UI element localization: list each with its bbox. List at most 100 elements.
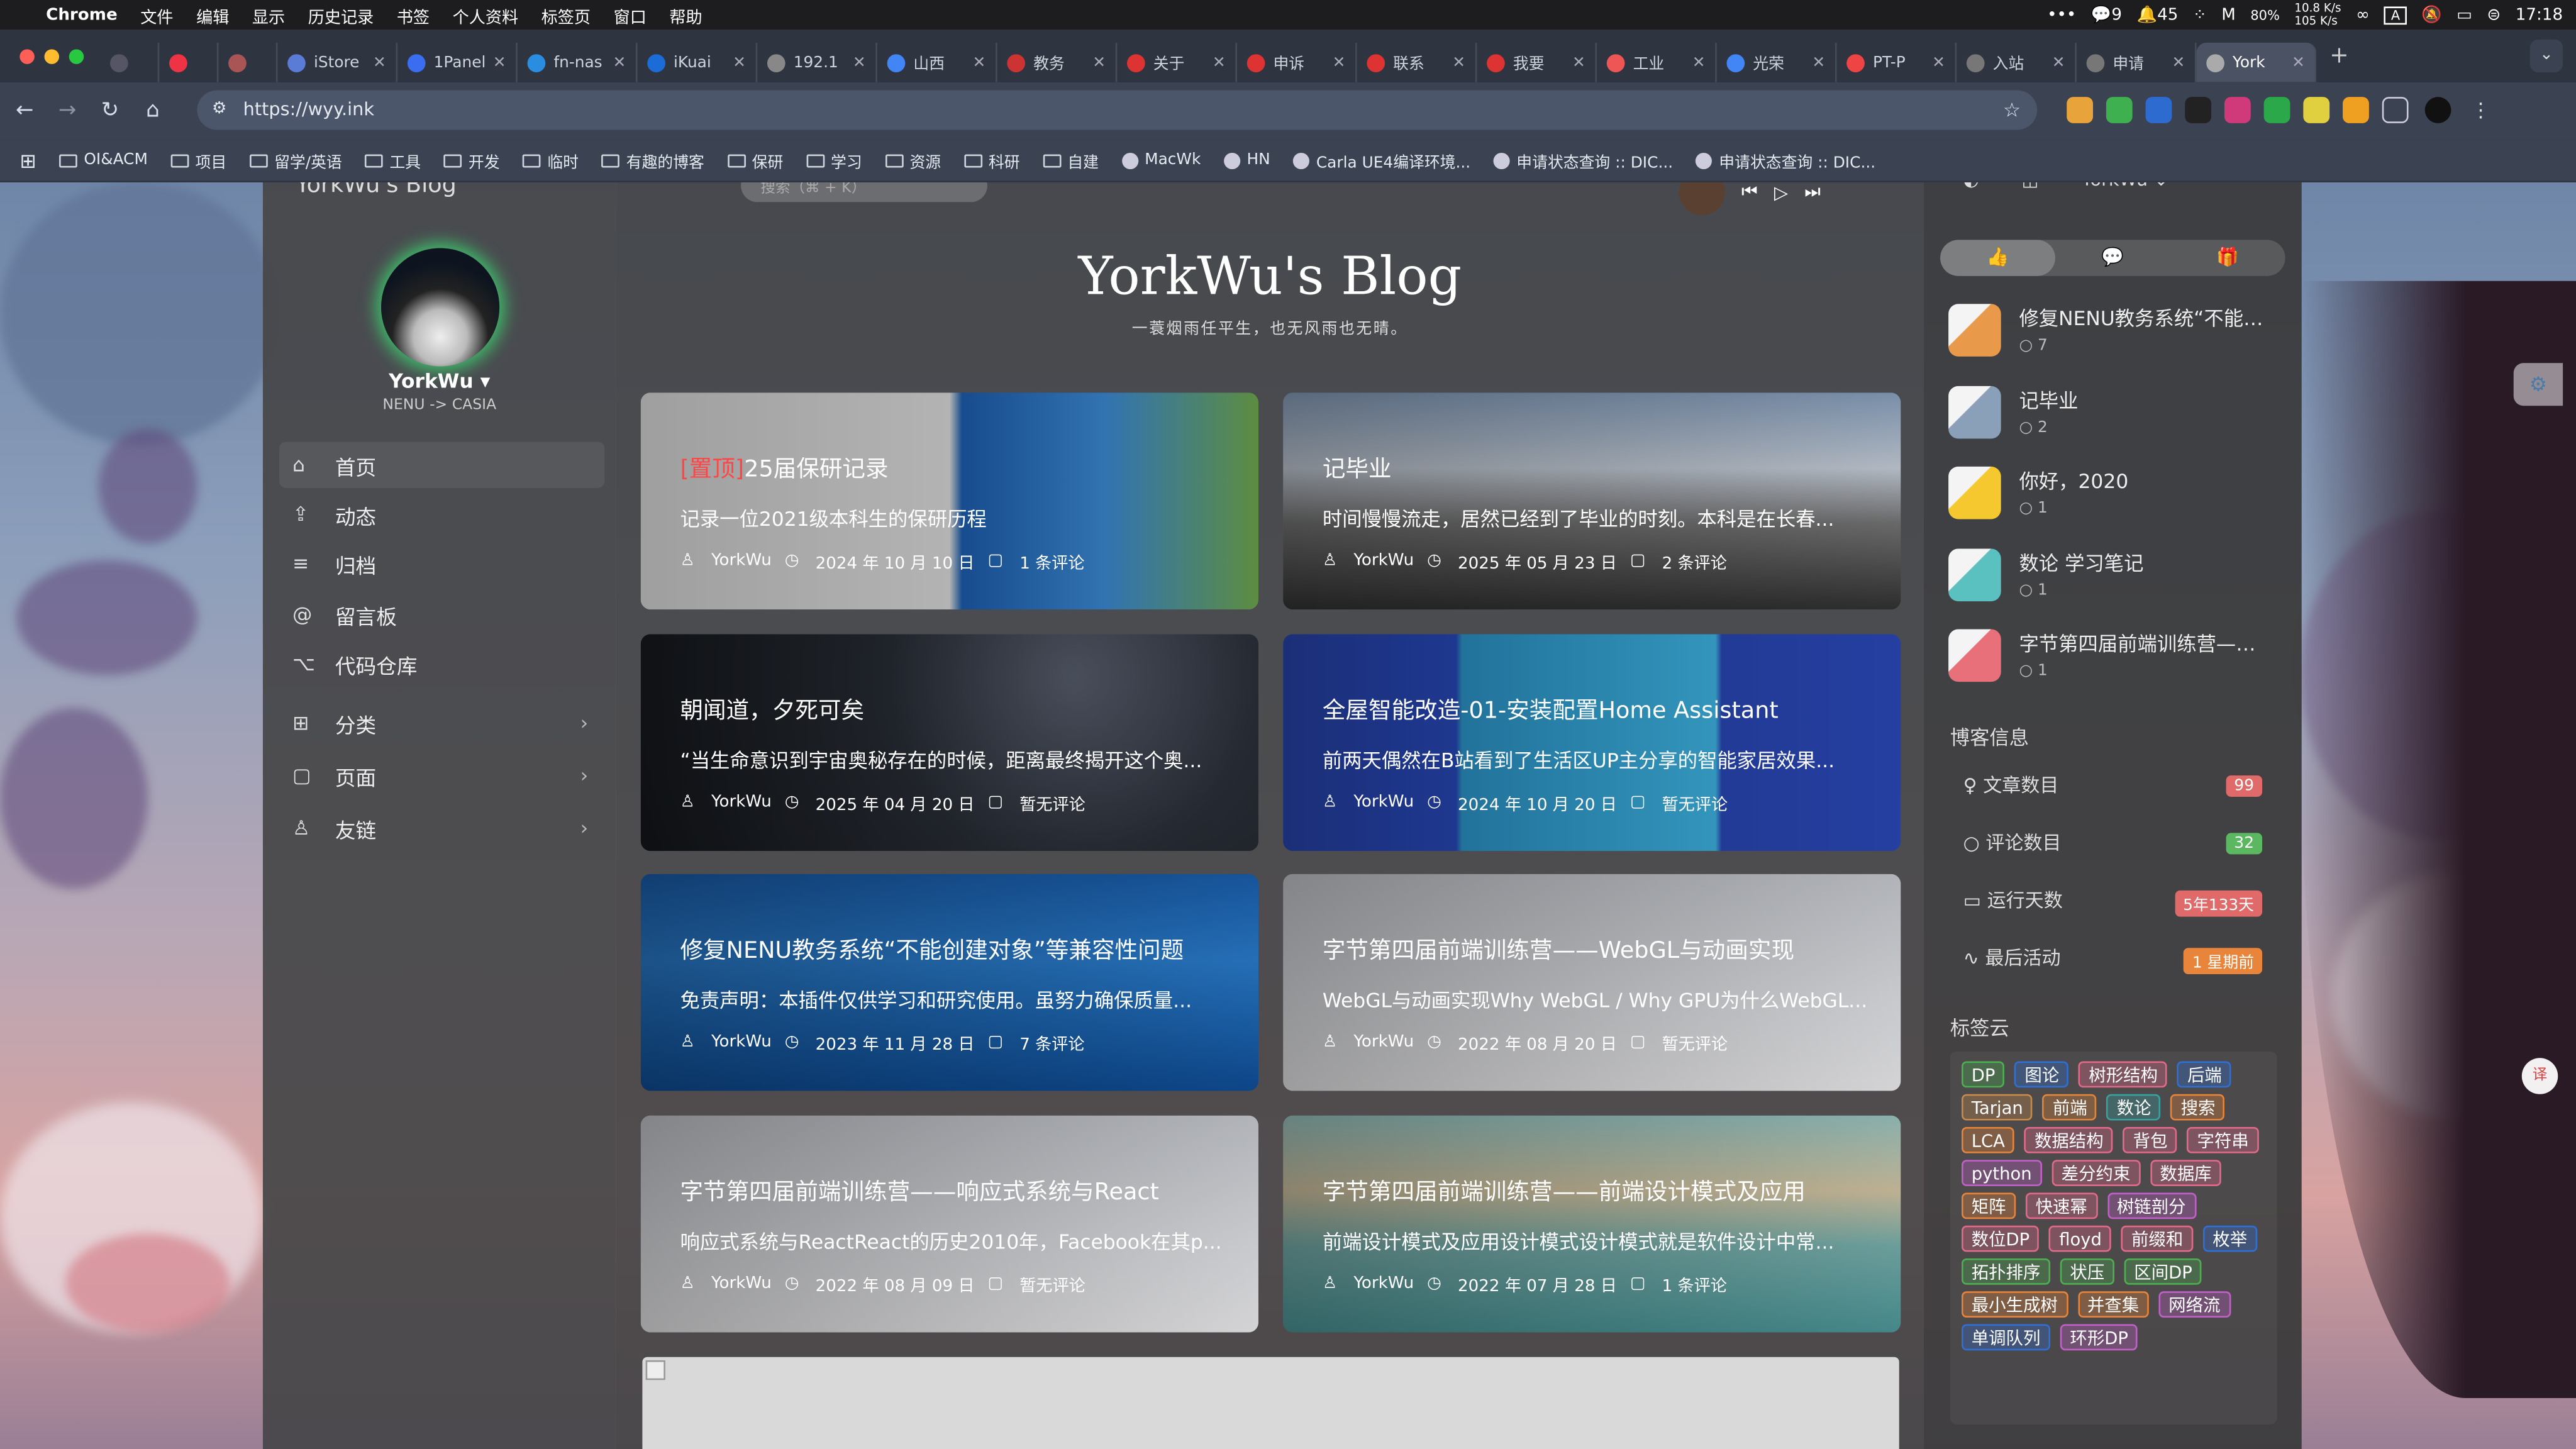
hot-post-title[interactable]: 记毕业 <box>2019 386 2273 413</box>
address-bar[interactable]: ⚙ https://wyy.ink ☆ <box>197 90 2038 130</box>
sidebar-item-1[interactable]: ⇪ 动态 <box>279 491 604 537</box>
bookmark-item[interactable]: 自建 <box>1043 148 1099 172</box>
site-info-icon[interactable]: ⚙ <box>212 91 226 130</box>
post-author[interactable]: YorkWu <box>1353 794 1414 812</box>
forward-button[interactable]: → <box>49 99 85 123</box>
top-user-menu[interactable]: YorkWu ⌄ <box>2082 182 2169 191</box>
extension-icon[interactable] <box>2106 97 2133 123</box>
extensions-puzzle-icon[interactable] <box>2382 97 2409 123</box>
close-tab-icon[interactable]: ✕ <box>733 53 746 72</box>
battery-icon[interactable]: ▭ <box>2457 6 2472 24</box>
post-card[interactable]: 修复NENU教务系统“不能创建对象”等兼容性问题 免责声明：本插件仅供学习和研究使… <box>640 874 1258 1091</box>
hot-post-title[interactable]: 字节第四届前端训练营——WebGL与动画实现 <box>2019 629 2273 657</box>
tag-chip[interactable]: LCA <box>1962 1127 2015 1153</box>
browser-tab[interactable]: PT-P ✕ <box>1836 42 1957 82</box>
tag-chip[interactable]: python <box>1962 1160 2042 1187</box>
tag-chip[interactable]: 数据结构 <box>2024 1127 2114 1153</box>
post-author[interactable]: YorkWu <box>1353 552 1414 570</box>
apps-grid-icon[interactable]: ⊞ <box>19 148 36 172</box>
post-title[interactable]: 修复NENU教务系统“不能创建对象”等兼容性问题 <box>680 933 1184 966</box>
tab-gifts[interactable]: 🎁 <box>2170 240 2285 275</box>
tag-chip[interactable]: 差分约束 <box>2051 1160 2141 1187</box>
tag-chip[interactable]: 数据库 <box>2150 1160 2222 1187</box>
play-icon[interactable]: ▷ <box>1774 182 1788 203</box>
close-tab-icon[interactable]: ✕ <box>853 53 866 72</box>
menu-tabs[interactable]: 标签页 <box>530 3 602 27</box>
extension-icon[interactable] <box>2145 97 2172 123</box>
sidebar-item-7[interactable]: ♙ 友链 › <box>279 805 604 851</box>
bookmark-item[interactable]: 留学/英语 <box>249 148 342 172</box>
browser-tab[interactable] <box>218 42 278 82</box>
bookmark-item[interactable]: MacWk <box>1121 151 1201 169</box>
hot-post-item[interactable]: 字节第四届前端训练营——WebGL与动画实现 ○ 1 <box>1948 629 2277 694</box>
extension-icon[interactable] <box>2185 97 2212 123</box>
extension-icon[interactable] <box>2343 97 2369 123</box>
grid-dots-icon[interactable]: ⁘ <box>2193 6 2207 24</box>
extension-icon[interactable] <box>2067 97 2093 123</box>
bookmark-item[interactable]: HN <box>1223 151 1270 169</box>
close-tab-icon[interactable]: ✕ <box>973 53 986 72</box>
site-title-link[interactable]: YorkWu's Blog <box>296 182 492 199</box>
tab-recent-comments[interactable]: 💬 <box>2055 240 2170 275</box>
tag-chip[interactable]: 前缀和 <box>2121 1225 2193 1252</box>
close-tab-icon[interactable]: ✕ <box>2172 53 2185 72</box>
menu-window[interactable]: 窗口 <box>602 3 658 27</box>
post-card[interactable]: 全屋智能改造-01-安装配置Home Assistant 前两天偶然在B站看到了生… <box>1283 634 1901 852</box>
menu-bookmarks[interactable]: 书签 <box>385 3 441 27</box>
close-tab-icon[interactable]: ✕ <box>1452 53 1465 72</box>
control-center-icon[interactable]: ⊜ <box>2487 6 2501 24</box>
menu-history[interactable]: 历史记录 <box>296 3 385 27</box>
menu-help[interactable]: 帮助 <box>658 3 714 27</box>
post-title[interactable]: 全屋智能改造-01-安装配置Home Assistant <box>1323 693 1779 726</box>
tag-chip[interactable]: 背包 <box>2123 1127 2178 1153</box>
reload-button[interactable]: ↻ <box>92 99 128 123</box>
tag-chip[interactable]: 数位DP <box>1962 1225 2040 1252</box>
post-author[interactable]: YorkWu <box>1353 1275 1414 1293</box>
tag-chip[interactable]: 最小生成树 <box>1962 1291 2068 1318</box>
tag-chip[interactable]: 枚举 <box>2202 1225 2257 1252</box>
wechat-icon[interactable]: 💬9 <box>2091 6 2122 24</box>
home-button[interactable]: ⌂ <box>135 99 170 123</box>
close-tab-icon[interactable]: ✕ <box>2292 53 2305 72</box>
tag-chip[interactable]: 环形DP <box>2060 1324 2138 1351</box>
post-title[interactable]: [置顶]25届保研记录 <box>680 452 888 484</box>
hot-post-title[interactable]: 修复NENU教务系统“不能创建对象”等兼容性问题 <box>2019 304 2273 331</box>
tag-chip[interactable]: Tarjan <box>1962 1094 2033 1121</box>
hot-post-item[interactable]: 记毕业 ○ 2 <box>1948 385 2277 451</box>
bell-icon[interactable]: 🔔45 <box>2137 6 2179 24</box>
minimize-window-button[interactable] <box>44 48 60 64</box>
close-tab-icon[interactable]: ✕ <box>493 53 506 72</box>
browser-tab[interactable] <box>100 42 160 82</box>
close-tab-icon[interactable]: ✕ <box>2052 53 2065 72</box>
tag-chip[interactable]: 并查集 <box>2077 1291 2149 1318</box>
post-title[interactable]: 字节第四届前端训练营——前端设计模式及应用 <box>1323 1175 1806 1208</box>
close-tab-icon[interactable]: ✕ <box>373 53 386 72</box>
tag-chip[interactable]: 矩阵 <box>1962 1192 2016 1219</box>
bookmark-item[interactable]: 项目 <box>170 148 226 172</box>
post-card[interactable]: 字节第四届前端训练营——前端设计模式及应用 前端设计模式及应用设计模式设计模式就是… <box>1283 1115 1901 1333</box>
bookmark-item[interactable]: 学习 <box>806 148 862 172</box>
post-title[interactable]: 记毕业 <box>1323 452 1392 484</box>
close-tab-icon[interactable]: ✕ <box>1333 53 1346 72</box>
hot-post-title[interactable]: 数论 学习笔记 <box>2019 548 2273 575</box>
tag-chip[interactable]: 字符串 <box>2187 1127 2259 1153</box>
bookmark-item[interactable]: 临时 <box>523 148 579 172</box>
close-tab-icon[interactable]: ✕ <box>1572 53 1585 72</box>
bookmark-item[interactable]: 科研 <box>963 148 1020 172</box>
theme-toggle-icon[interactable]: ◐ <box>1963 182 1979 191</box>
close-window-button[interactable] <box>19 48 35 64</box>
tag-chip[interactable]: 图论 <box>2014 1061 2069 1088</box>
menu-app-name[interactable]: Chrome <box>35 6 129 24</box>
browser-tab[interactable]: 山西 ✕ <box>877 42 997 82</box>
settings-gear-icon[interactable]: ⚙ <box>2513 363 2563 406</box>
browser-menu-icon[interactable]: ⋮ <box>2468 97 2494 123</box>
post-author[interactable]: YorkWu <box>711 794 772 812</box>
menu-file[interactable]: 文件 <box>129 3 185 27</box>
browser-tab[interactable]: 关于 ✕ <box>1117 42 1238 82</box>
tag-chip[interactable]: DP <box>1962 1061 2006 1088</box>
avatar[interactable] <box>381 248 500 367</box>
tag-chip[interactable]: 网络流 <box>2158 1291 2231 1318</box>
close-tab-icon[interactable]: ✕ <box>1092 53 1106 72</box>
profile-avatar[interactable] <box>2424 97 2451 123</box>
bookmark-item[interactable]: 申请状态查询 :: DIC... <box>1493 148 1673 172</box>
